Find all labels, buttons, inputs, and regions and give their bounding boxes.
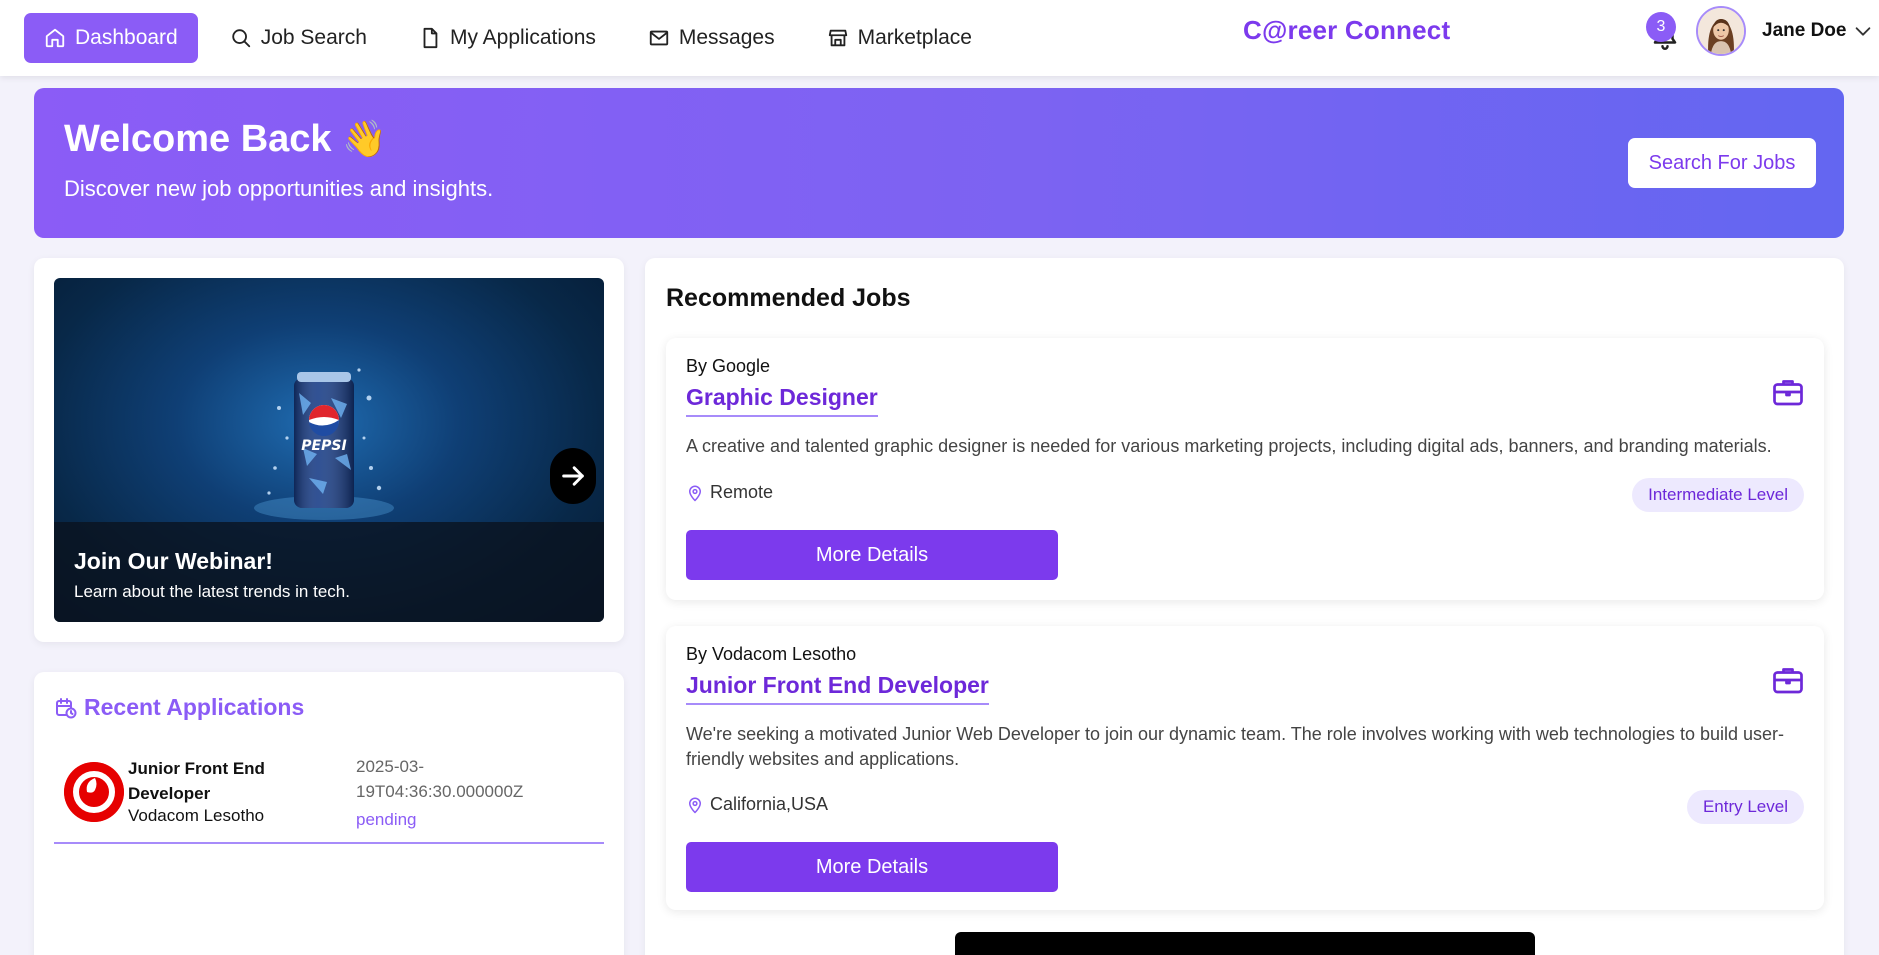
nav-messages-label: Messages: [678, 26, 775, 49]
arrow-right-icon: [562, 466, 584, 486]
webinar-title: Join Our Webinar!: [74, 548, 273, 574]
recent-applications-title: Recent Applications: [84, 694, 305, 720]
pepsi-can-image: PEPSI: [254, 368, 394, 520]
recent-applications-heading: Recent Applications: [54, 694, 304, 721]
job-level-badge: Entry Level: [1686, 790, 1804, 824]
welcome-subtitle: Discover new job opportunities and insig…: [64, 176, 494, 201]
partial-media-block: [955, 932, 1535, 955]
pepsi-logo-text: PEPSI: [301, 438, 346, 454]
job-location: Remote: [686, 482, 773, 503]
webinar-caption: Join Our Webinar! Learn about the latest…: [54, 522, 604, 622]
nav-dashboard-label: Dashboard: [75, 26, 178, 49]
application-row[interactable]: Junior Front End Developer Vodacom Lesot…: [54, 752, 604, 844]
job-card: By Vodacom Lesotho Junior Front End Deve…: [666, 626, 1824, 910]
map-pin-icon: [689, 485, 701, 501]
nav-marketplace-label: Marketplace: [857, 26, 972, 49]
more-details-button[interactable]: More Details: [686, 842, 1058, 892]
nav-my-applications[interactable]: My Applications: [399, 13, 616, 63]
nav-dashboard[interactable]: Dashboard: [24, 13, 198, 63]
main-nav: Dashboard Job Search My Applications Mes…: [24, 13, 1004, 63]
application-status: pending: [356, 810, 417, 829]
vodafone-logo: [64, 762, 124, 822]
calendar-clock-icon: [56, 697, 77, 718]
top-navbar: Dashboard Job Search My Applications Mes…: [0, 0, 1879, 76]
job-location-text: Remote: [710, 482, 774, 502]
application-job-title: Junior Front End Developer: [128, 759, 265, 803]
job-card: By Google Graphic Designer A creative an…: [666, 338, 1824, 600]
nav-job-search[interactable]: Job Search: [210, 13, 387, 63]
welcome-banner: Welcome Back 👋 Discover new job opportun…: [34, 88, 1844, 238]
nav-messages[interactable]: Messages: [628, 13, 795, 63]
briefcase-icon: [1773, 380, 1803, 406]
avatar-image: [1698, 8, 1744, 54]
webinar-carousel-image[interactable]: PEPSI Join Our Webinar! Learn about the …: [54, 278, 604, 622]
job-description: We're seeking a motivated Junior Web Dev…: [686, 724, 1784, 769]
notification-badge: 3: [1646, 12, 1676, 42]
application-date: 2025-03-19T04:36:30.000000Z: [356, 757, 524, 801]
job-location-text: California,USA: [710, 794, 829, 814]
webinar-card: PEPSI Join Our Webinar! Learn about the …: [34, 258, 624, 642]
job-level-badge: Intermediate Level: [1632, 478, 1804, 512]
webinar-subtitle: Learn about the latest trends in tech.: [74, 582, 350, 601]
store-icon: [828, 29, 847, 47]
job-location: California,USA: [686, 794, 828, 815]
recommended-jobs-title: Recommended Jobs: [666, 284, 911, 312]
welcome-title: Welcome Back 👋: [64, 118, 387, 161]
nav-marketplace[interactable]: Marketplace: [807, 13, 992, 63]
search-for-jobs-button[interactable]: Search For Jobs: [1628, 138, 1816, 188]
nav-my-applications-label: My Applications: [449, 26, 596, 49]
welcome-title-text: Welcome Back: [64, 118, 332, 160]
recommended-jobs-panel: Recommended Jobs By Google Graphic Desig…: [645, 258, 1844, 955]
nav-job-search-label: Job Search: [260, 26, 367, 49]
briefcase-icon: [1773, 668, 1803, 694]
wave-emoji: 👋: [342, 118, 387, 159]
job-description: A creative and talented graphic designer…: [686, 436, 1772, 456]
brand-logo[interactable]: C@reer Connect: [1243, 15, 1450, 46]
recent-applications-card: Recent Applications Junior Front End Dev…: [34, 672, 624, 955]
job-company: By Google: [686, 356, 771, 376]
user-avatar[interactable]: [1696, 6, 1746, 56]
job-title[interactable]: Graphic Designer: [686, 384, 878, 417]
application-company: Vodacom Lesotho: [128, 806, 265, 825]
more-details-button[interactable]: More Details: [686, 530, 1058, 580]
map-pin-icon: [689, 797, 701, 813]
user-name[interactable]: Jane Doe: [1762, 20, 1846, 42]
job-title[interactable]: Junior Front End Developer: [686, 672, 989, 705]
home-icon: [45, 28, 65, 48]
notifications-button[interactable]: 3: [1646, 12, 1682, 52]
job-company: By Vodacom Lesotho: [686, 644, 857, 664]
search-icon: [232, 29, 250, 48]
document-icon: [423, 27, 438, 49]
chevron-down-icon[interactable]: [1852, 20, 1874, 42]
carousel-next-button[interactable]: [550, 448, 596, 504]
mail-icon: [649, 30, 669, 46]
